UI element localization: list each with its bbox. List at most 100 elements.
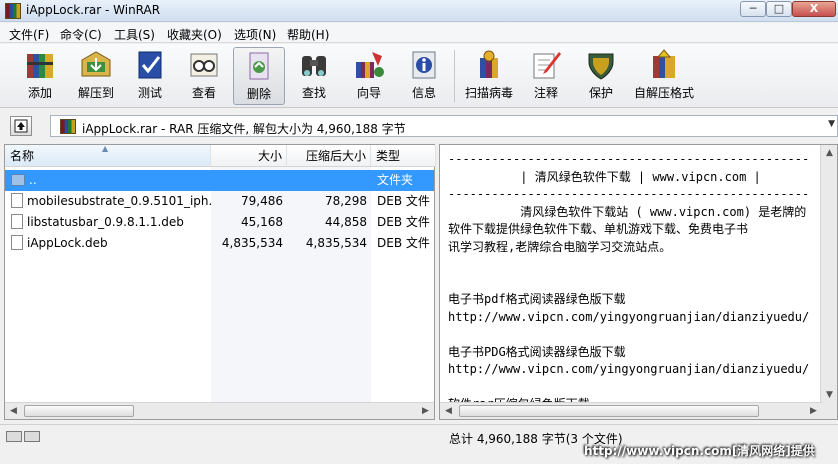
file-packed-size: 4,835,534 (305, 236, 367, 250)
menu-bar: 文件(F) 命令(C) 工具(S) 收藏夹(O) 选项(N) 帮助(H) (0, 23, 838, 43)
toolbar: 添加 解压到 测试 查看 删除 查找 向导 信息 扫描病毒 注释 保护 自解压格… (0, 44, 838, 108)
protect-label: 保护 (588, 86, 613, 100)
table-row[interactable]: libstatusbar_0.9.8.1.1.deb 45,168 44,858… (5, 212, 434, 233)
chevron-down-icon[interactable]: ▼ (828, 119, 835, 129)
table-row[interactable]: iAppLock.deb 4,835,534 4,835,534 DEB 文件 (5, 233, 434, 254)
title-bar: iAppLock.rar - WinRAR ─ □ X (0, 0, 838, 22)
test-label: 测试 (137, 86, 162, 100)
comment-horizontal-scrollbar[interactable]: ◀ ▶ (440, 402, 822, 419)
add-label: 添加 (27, 86, 52, 100)
protect-shield-icon (588, 53, 614, 80)
file-size: 45,168 (241, 215, 283, 229)
table-row[interactable]: mobilesubstrate_0.9.5101_iph... 79,486 7… (5, 191, 434, 212)
file-name: mobilesubstrate_0.9.5101_iph... (27, 194, 211, 208)
delete-button[interactable]: 删除 (233, 47, 285, 105)
extract-to-button[interactable]: 解压到 (70, 47, 122, 105)
file-type: DEB 文件 (377, 194, 430, 208)
scroll-up-icon[interactable]: ▲ (821, 145, 837, 161)
menu-tools[interactable]: 工具(S) (114, 26, 155, 43)
scroll-right-icon[interactable]: ▶ (805, 403, 822, 419)
menu-file[interactable]: 文件(F) (9, 26, 49, 43)
scroll-left-icon[interactable]: ◀ (5, 403, 22, 419)
protect-button[interactable]: 保护 (575, 47, 627, 105)
file-type: 文件夹 (377, 173, 414, 187)
file-packed-size: 44,858 (325, 215, 367, 229)
wizard-button[interactable]: 向导 (343, 47, 395, 105)
add-archive-icon (27, 54, 53, 78)
menu-commands[interactable]: 命令(C) (60, 26, 102, 43)
comment-label: 注释 (533, 86, 558, 100)
path-text: iAppLock.rar - RAR 压缩文件, 解包大小为 4,960,188… (82, 122, 406, 136)
horizontal-scrollbar[interactable]: ◀ ▶ (5, 402, 434, 419)
rar-archive-icon (60, 119, 76, 134)
up-folder-button[interactable] (10, 116, 32, 136)
menu-help[interactable]: 帮助(H) (287, 26, 329, 43)
drive-icon (6, 431, 22, 442)
menu-favorites[interactable]: 收藏夹(O) (167, 26, 222, 43)
test-check-icon (138, 51, 162, 79)
column-header-packed[interactable]: 压缩后大小 (287, 145, 371, 167)
file-size: 4,835,534 (221, 236, 283, 250)
sfx-archive-icon (653, 49, 675, 78)
sfx-button[interactable]: 自解压格式 (632, 47, 696, 105)
close-button[interactable]: X (792, 1, 836, 17)
scroll-thumb[interactable] (459, 405, 759, 417)
delete-recycle-icon (249, 52, 269, 80)
file-icon (11, 193, 23, 208)
binoculars-icon (302, 56, 326, 76)
toolbar-separator (454, 50, 455, 102)
info-label: 信息 (411, 86, 436, 100)
status-icons (6, 431, 44, 443)
file-type: DEB 文件 (377, 215, 430, 229)
up-arrow-icon (14, 119, 28, 133)
winrar-icon (5, 3, 21, 19)
add-button[interactable]: 添加 (14, 47, 66, 105)
file-icon (11, 214, 23, 229)
scroll-left-icon[interactable]: ◀ (440, 403, 457, 419)
test-button[interactable]: 测试 (124, 47, 176, 105)
virus-scan-icon (480, 50, 498, 78)
comment-pane: ----------------------------------------… (439, 144, 838, 420)
find-label: 查找 (301, 86, 326, 100)
status-bar: 总计 4,960,188 字节(3 个文件) http://www.vipcn.… (0, 424, 838, 464)
file-icon (11, 235, 23, 250)
vertical-scrollbar[interactable]: ▲ ▼ (820, 145, 837, 419)
virus-scan-label: 扫描病毒 (464, 86, 513, 100)
delete-label: 删除 (246, 87, 271, 101)
view-button[interactable]: 查看 (178, 47, 230, 105)
key-icon (24, 431, 40, 442)
scroll-thumb[interactable] (24, 405, 134, 417)
comment-pen-icon (533, 52, 561, 79)
info-icon (412, 51, 436, 79)
file-name: iAppLock.deb (27, 236, 108, 250)
extract-folder-icon (81, 51, 111, 77)
comment-button[interactable]: 注释 (520, 47, 572, 105)
table-row-parent[interactable]: .. 文件夹 (5, 170, 434, 191)
file-type: DEB 文件 (377, 236, 430, 250)
sort-arrow-icon: ▲ (102, 144, 109, 153)
wizard-icon (356, 52, 384, 78)
minimize-button[interactable]: ─ (740, 1, 766, 17)
column-header-type[interactable]: 类型 (371, 145, 436, 167)
file-name: .. (29, 173, 37, 187)
path-field[interactable]: iAppLock.rar - RAR 压缩文件, 解包大小为 4,960,188… (50, 115, 838, 137)
column-header-size[interactable]: 大小 (211, 145, 287, 167)
column-header-name[interactable]: ▲ 名称 (5, 144, 211, 167)
view-glasses-icon (190, 53, 218, 77)
info-button[interactable]: 信息 (398, 47, 450, 105)
sfx-label: 自解压格式 (633, 86, 694, 100)
file-size: 79,486 (241, 194, 283, 208)
file-name: libstatusbar_0.9.8.1.1.deb (27, 215, 184, 229)
virus-scan-button[interactable]: 扫描病毒 (463, 47, 515, 105)
find-button[interactable]: 查找 (288, 47, 340, 105)
watermark: http://www.vipcn.com[清风网络]提供 (584, 444, 815, 458)
folder-icon (11, 174, 25, 186)
menu-options[interactable]: 选项(N) (234, 26, 276, 43)
scroll-down-icon[interactable]: ▼ (821, 387, 837, 403)
scroll-right-icon[interactable]: ▶ (417, 403, 434, 419)
extract-to-label: 解压到 (77, 86, 114, 100)
maximize-button[interactable]: □ (766, 1, 792, 17)
archive-comment: ----------------------------------------… (448, 152, 810, 403)
wizard-label: 向导 (356, 86, 381, 100)
column-name-label: 名称 (10, 149, 35, 163)
